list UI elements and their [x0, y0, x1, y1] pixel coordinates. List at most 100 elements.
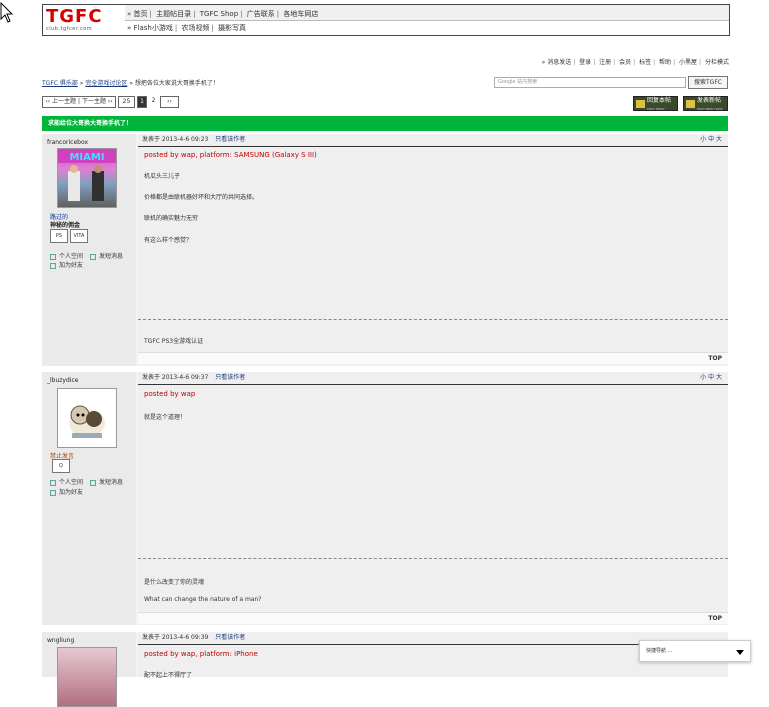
post-author-panel: francoricebox MIAMI 路过的 神秘的佣金 PS VITA 个人…	[42, 134, 136, 366]
nav-row-2: » Flash小游戏 | 农场视频 | 摄影写真	[127, 24, 247, 32]
vita-badge: VITA	[70, 229, 88, 243]
page-2[interactable]: 2	[148, 96, 159, 108]
link-column-mode[interactable]: 分栏模式	[705, 59, 729, 66]
q-badge: Q	[52, 459, 70, 473]
post-2: _lbuzydice 禁止发言 Q 个人空间 发短消息 加为好友 发表于 201…	[42, 372, 728, 625]
avatar[interactable]	[57, 388, 117, 448]
post-footer: TOP	[138, 612, 728, 624]
post-date: 发表于 2013-4-6 09:37	[142, 374, 209, 381]
nav-photography[interactable]: 摄影写真	[218, 24, 246, 32]
post-footer: TOP	[138, 352, 728, 364]
ps-badge: PS	[50, 229, 68, 243]
new-topic-button[interactable]: 发表新帖 POST NEW TOPIC	[683, 96, 728, 111]
search-input[interactable]: Google 站内搜索	[494, 77, 686, 88]
post-author-panel: _lbuzydice 禁止发言 Q 个人空间 发短消息 加为好友	[42, 372, 136, 625]
nav-farm-video[interactable]: 农场视频	[181, 24, 209, 32]
link-members[interactable]: 会员	[619, 59, 631, 66]
post-line: 联机的确实魅力无穷	[144, 215, 199, 222]
link-login[interactable]: 登录	[579, 59, 591, 66]
nav-tgfc-shop[interactable]: TGFC Shop	[200, 10, 238, 18]
nav-home[interactable]: 首页	[134, 10, 148, 18]
post-platform: posted by wap	[144, 390, 196, 398]
author-username[interactable]: _lbuzydice	[47, 377, 78, 384]
post-content: 发表于 2013-4-6 09:23 只看该作者 小 中 大 posted by…	[138, 134, 728, 366]
link-messages[interactable]: 消息发送	[547, 59, 571, 66]
signature: TGFC PS3全游戏认证	[144, 338, 204, 345]
nav-divider	[125, 20, 729, 21]
signature-divider	[138, 558, 728, 562]
post-platform: posted by wap, platform: SAMSUNG (Galaxy…	[144, 151, 317, 159]
post-line: 机瓜头三儿子	[144, 173, 181, 180]
logo-subtext: club.tgfcer.com	[46, 26, 93, 32]
page-count: 25	[118, 96, 135, 108]
page-1[interactable]: 1	[137, 96, 147, 108]
post-date: 发表于 2013-4-6 09:39	[142, 634, 209, 641]
avatar[interactable]: MIAMI	[57, 148, 117, 208]
prev-thread-link[interactable]: ‹‹ 上一主题	[45, 98, 76, 105]
site-logo[interactable]: TGFC club.tgfcer.com	[46, 8, 123, 34]
post-header: 发表于 2013-4-6 09:23 只看该作者 小 中 大	[138, 134, 728, 147]
post-content: 发表于 2013-4-6 09:37 只看该作者 小 中 大 posted by…	[138, 372, 728, 625]
nav-topic-index[interactable]: 主题帖目录	[156, 10, 191, 18]
site-header: TGFC club.tgfcer.com » 首页 | 主题帖目录 | TGFC S…	[42, 4, 730, 36]
add-friend-link[interactable]: 加为好友	[50, 260, 83, 269]
reply-button[interactable]: 回复本帖 POST REPLY	[633, 96, 678, 111]
user-toolbar: » 消息发送 | 登录 | 注册 | 会员 | 标签 | 帮助 | 小黑屋 | 分栏模式	[541, 59, 729, 66]
reply-icon	[636, 100, 645, 108]
post-author-panel: wngliung	[42, 632, 136, 707]
pagination-prev-next[interactable]: ‹‹ 上一主题 | 下一主题 ››	[42, 96, 116, 108]
user-title: 神秘的佣金	[50, 222, 81, 229]
logo-text: TGFC	[46, 6, 103, 27]
only-view-author-link[interactable]: 只看该作者	[215, 374, 245, 381]
message-icon	[90, 479, 96, 486]
link-help[interactable]: 帮助	[659, 59, 671, 66]
nav-row-1: » 首页 | 主题帖目录 | TGFC Shop | 广告联系 | 各地车网店	[127, 10, 319, 18]
breadcrumb: TGFC 俱乐部 » 完全游戏讨论区 » 想把各位大家说大哥换手机了！	[42, 80, 219, 87]
chevron-down-icon	[736, 650, 744, 655]
nav-local-shops[interactable]: 各地车网店	[283, 10, 318, 18]
back-to-top-link[interactable]: TOP	[708, 615, 722, 622]
post-line: 配不起上不得厅了	[144, 672, 193, 679]
post-line: 有这么样个感觉？	[144, 237, 193, 244]
avatar-image: MIAMI	[58, 149, 116, 201]
link-register[interactable]: 注册	[599, 59, 611, 66]
quick-nav-dropdown[interactable]: 快捷导航 ...	[639, 640, 751, 662]
next-thread-link[interactable]: 下一主题 ››	[82, 98, 113, 105]
link-blackroom[interactable]: 小黑屋	[679, 59, 697, 66]
signature: 是什么改变了你的灵魂	[144, 579, 205, 586]
font-size-switch[interactable]: 小 中 大	[700, 372, 722, 384]
message-link[interactable]: 发短消息	[90, 477, 123, 486]
page-next[interactable]: ››	[160, 96, 179, 108]
avatar-image	[69, 405, 105, 438]
message-icon	[90, 253, 96, 260]
breadcrumb-home[interactable]: TGFC 俱乐部	[42, 80, 78, 87]
add-friend-link[interactable]: 加为好友	[50, 487, 83, 496]
friend-icon	[50, 489, 56, 496]
quick-nav-label: 快捷导航 ...	[646, 648, 673, 654]
author-username[interactable]: francoricebox	[47, 139, 88, 146]
profile-link[interactable]: 个人空间	[50, 477, 83, 486]
mouse-cursor-icon	[0, 2, 14, 23]
post-header: 发表于 2013-4-6 09:37 只看该作者 小 中 大	[138, 372, 728, 385]
back-to-top-link[interactable]: TOP	[708, 355, 722, 362]
search-button[interactable]: 搜索TGFC	[688, 76, 728, 89]
only-view-author-link[interactable]: 只看该作者	[215, 634, 245, 641]
breadcrumb-forum[interactable]: 完全游戏讨论区	[85, 80, 127, 87]
post-date: 发表于 2013-4-6 09:23	[142, 136, 209, 143]
breadcrumb-current: 想把各位大家说大哥换手机了！	[134, 80, 219, 87]
message-link[interactable]: 发短消息	[90, 251, 123, 260]
link-tags[interactable]: 标签	[639, 59, 651, 66]
friend-icon	[50, 262, 56, 269]
profile-icon	[50, 253, 56, 260]
nav-flash-games[interactable]: Flash小游戏	[134, 24, 173, 32]
profile-link[interactable]: 个人空间	[50, 251, 83, 260]
only-view-author-link[interactable]: 只看该作者	[215, 136, 245, 143]
author-username[interactable]: wngliung	[47, 637, 74, 644]
avatar[interactable]	[57, 647, 117, 707]
post-3: wngliung 发表于 2013-4-6 09:39 只看该作者 posted…	[42, 632, 728, 707]
signature-english: What can change the nature of a man?	[144, 596, 262, 603]
font-size-switch[interactable]: 小 中 大	[700, 134, 722, 146]
post-line: 就是这个道理！	[144, 414, 187, 421]
nav-ad-contact[interactable]: 广告联系	[247, 10, 275, 18]
post-line: 价格都是由联机器好坏和大厅的共同选择。	[144, 194, 259, 201]
